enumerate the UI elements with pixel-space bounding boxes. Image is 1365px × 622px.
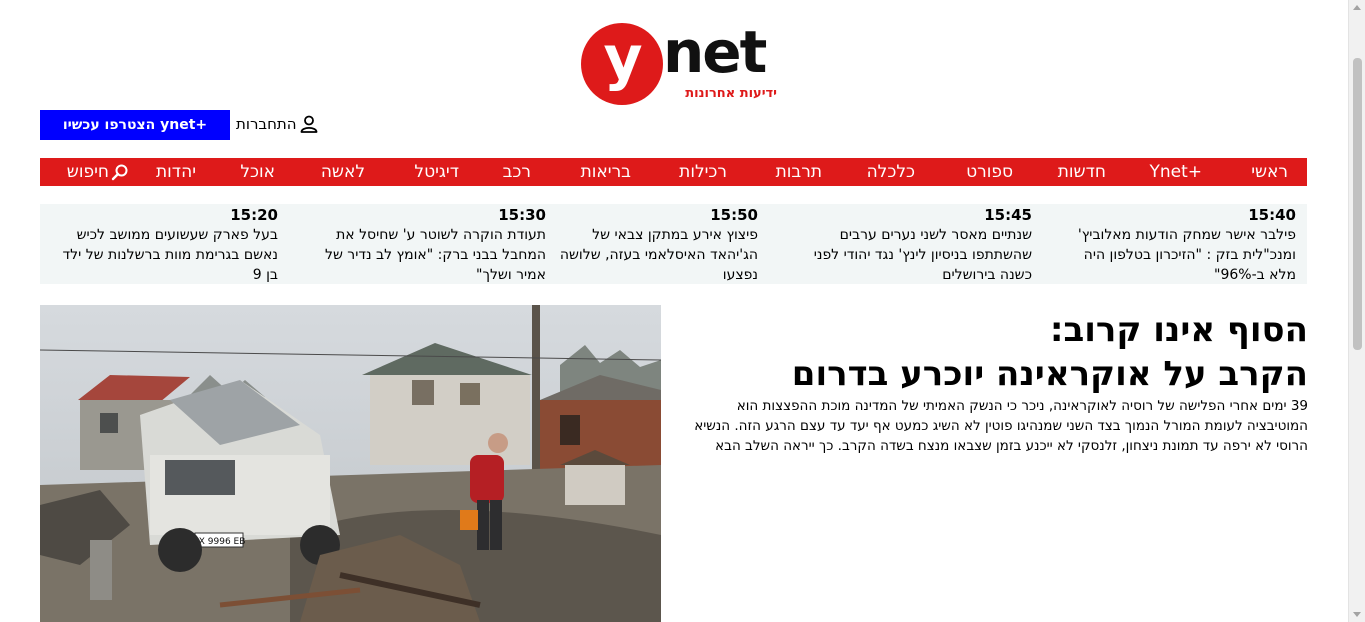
- nav-item-digital[interactable]: דיגיטל: [414, 158, 459, 186]
- nav-item-culture[interactable]: תרבות: [776, 158, 822, 186]
- nav-item-ynet-plus[interactable]: +Ynet: [1149, 158, 1202, 186]
- news-ticker: 15:40 פילבר אישר שמחק הודעות מאלוביץ' ומ…: [40, 204, 1307, 284]
- nav-item-sport[interactable]: ספורט: [966, 158, 1013, 186]
- scrollbar-thumb[interactable]: [1353, 58, 1362, 350]
- logo-tagline: ידיעות אחרונות: [685, 86, 777, 101]
- user-icon: [300, 115, 317, 133]
- page: y net ידיעות אחרונות +ynet הצטרפו עכשיו …: [0, 0, 1348, 622]
- ynet-logo[interactable]: y net ידיעות אחרונות: [579, 18, 779, 110]
- war-damage-photo: AX 9996 EB: [40, 305, 661, 622]
- nav-item-women[interactable]: לאשה: [321, 158, 365, 186]
- ticker-text: פיצוץ אירע במתקן צבאי של הג'יהאד האיסלאמ…: [559, 227, 758, 283]
- nav-item-gossip[interactable]: רכילות: [679, 158, 727, 186]
- nav-item-cars[interactable]: רכב: [503, 158, 531, 186]
- login-label: התחברות: [236, 115, 297, 133]
- logo-word: net: [663, 18, 767, 86]
- nav-item-economy[interactable]: כלכלה: [867, 158, 915, 186]
- ticker-time: 15:30: [498, 206, 546, 224]
- ticker-item[interactable]: 15:45 שנתיים מאסר לשני נערים ערבים שהשתת…: [782, 204, 1032, 284]
- login-link[interactable]: התחברות: [236, 112, 319, 136]
- main-story-image[interactable]: AX 9996 EB: [40, 305, 661, 622]
- search-icon: [111, 164, 128, 181]
- page-scrollbar[interactable]: [1348, 0, 1365, 622]
- ticker-text: שנתיים מאסר לשני נערים ערבים שהשתתפו בני…: [813, 227, 1032, 283]
- nav-item-food[interactable]: אוכל: [240, 158, 275, 186]
- ticker-time: 15:40: [1248, 206, 1296, 224]
- logo-letter: y: [603, 23, 643, 93]
- nav-item-health[interactable]: בריאות: [581, 158, 631, 186]
- ticker-item[interactable]: 15:20 בעל פארק שעשועים ממושב לכיש נאשם ב…: [52, 204, 278, 284]
- ticker-time: 15:45: [984, 206, 1032, 224]
- ticker-time: 15:50: [710, 206, 758, 224]
- ticker-text: תעודת הוקרה לשוטר ע' שחיסל את המחבל בבני…: [324, 227, 546, 283]
- nav-search-label: חיפוש: [66, 162, 109, 182]
- headline-line-2: הקרב על אוקראינה יוכרע בדרום: [791, 354, 1308, 394]
- nav-item-home[interactable]: ראשי: [1251, 158, 1288, 186]
- scroll-up-icon[interactable]: [1353, 5, 1361, 10]
- scroll-down-icon[interactable]: [1353, 612, 1361, 617]
- main-headline[interactable]: הסוף אינו קרוב: הקרב על אוקראינה יוכרע ב…: [680, 308, 1308, 396]
- ticker-time: 15:20: [230, 206, 278, 224]
- nav-item-news[interactable]: חדשות: [1058, 158, 1106, 186]
- ticker-item[interactable]: 15:50 פיצוץ אירע במתקן צבאי של הג'יהאד ה…: [552, 204, 758, 284]
- ticker-item[interactable]: 15:40 פילבר אישר שמחק הודעות מאלוביץ' ומ…: [1060, 204, 1296, 284]
- join-button[interactable]: +ynet הצטרפו עכשיו: [40, 110, 230, 140]
- nav-item-judaism[interactable]: יהדות: [156, 158, 196, 186]
- ticker-item[interactable]: 15:30 תעודת הוקרה לשוטר ע' שחיסל את המחב…: [296, 204, 546, 284]
- ticker-text: בעל פארק שעשועים ממושב לכיש נאשם בגרימת …: [62, 227, 278, 283]
- headline-line-1: הסוף אינו קרוב:: [1049, 310, 1308, 350]
- main-nav: ראשי +Ynet חדשות ספורט כלכלה תרבות רכילו…: [40, 158, 1307, 186]
- main-subtitle[interactable]: 39 ימים אחרי הפלישה של רוסיה לאוקראינה, …: [680, 396, 1308, 456]
- ticker-text: פילבר אישר שמחק הודעות מאלוביץ' ומנכ"לית…: [1077, 227, 1296, 283]
- nav-search[interactable]: חיפוש: [67, 158, 129, 186]
